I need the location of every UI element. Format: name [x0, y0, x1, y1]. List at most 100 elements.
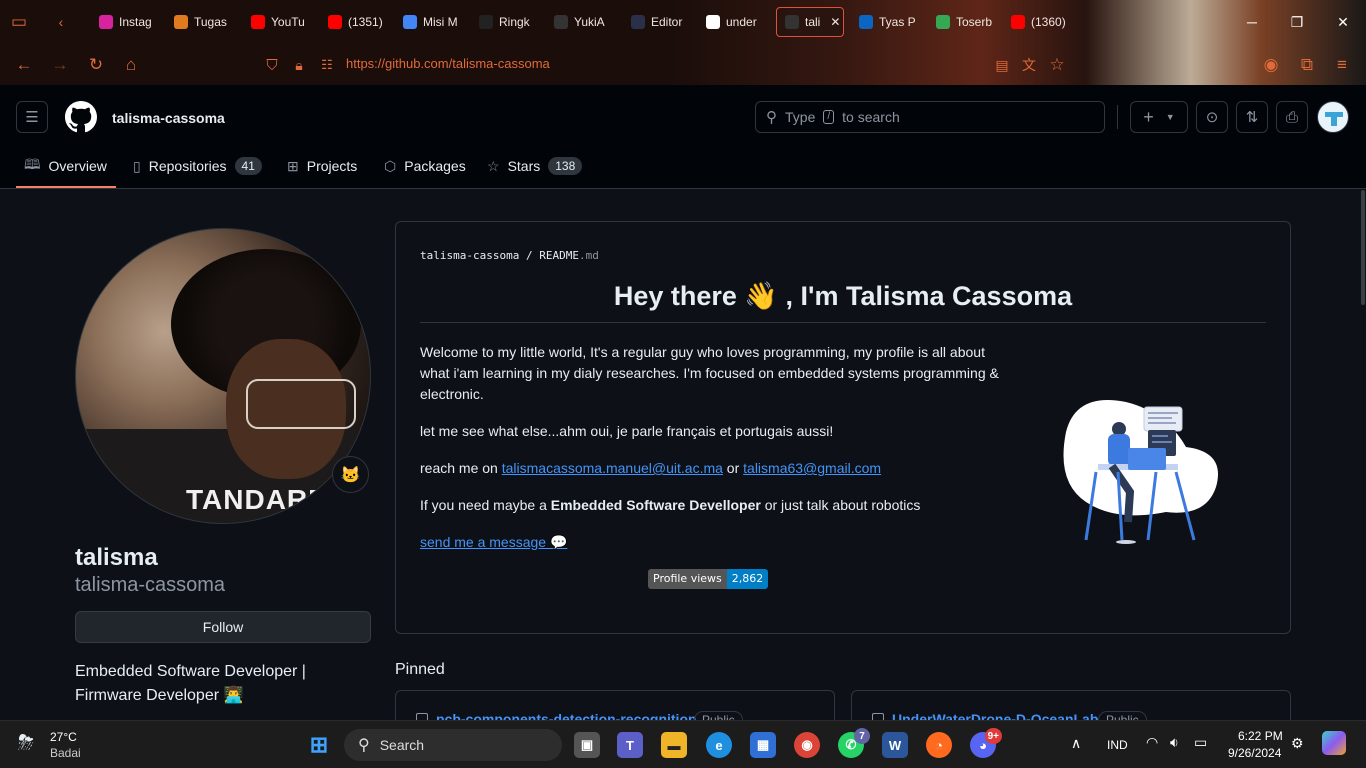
extensions-icon[interactable]: ⧉	[1296, 54, 1318, 76]
browser-tab-label: Tugas	[194, 15, 227, 29]
browser-tab[interactable]: Toserb	[928, 7, 996, 37]
email-link-uit[interactable]: talismacassoma.manuel@uit.ac.ma	[502, 460, 723, 476]
pull-requests-button[interactable]: ⇅	[1236, 101, 1268, 133]
start-windows-icon[interactable]: ⊞	[306, 732, 332, 758]
create-new-button[interactable]: + ▼	[1130, 101, 1188, 133]
youtube-icon	[1011, 15, 1025, 29]
profile-avatar[interactable]: TANDARD	[75, 228, 371, 524]
translate-icon[interactable]: 文	[1018, 54, 1040, 76]
weather-icon[interactable]: ⛈	[18, 732, 34, 755]
tab-overview-icon[interactable]: ▭	[8, 11, 30, 33]
back-icon[interactable]: ←	[13, 54, 35, 76]
follow-button[interactable]: Follow	[75, 611, 371, 643]
word-icon[interactable]: W	[882, 732, 908, 758]
discord-icon[interactable]: ◕ 9+	[970, 728, 1002, 758]
chevron-up-icon[interactable]: ∧	[1071, 735, 1081, 752]
notifications-icon[interactable]: ⚙	[1291, 735, 1304, 752]
browser-tab[interactable]: YukiA	[546, 7, 616, 37]
copilot-icon[interactable]	[1322, 731, 1346, 755]
browser-tab-label: (1351)	[348, 15, 383, 29]
browser-tab[interactable]: Tyas P	[851, 7, 921, 37]
battery-icon[interactable]: ▭	[1194, 734, 1207, 751]
tab-packages-label: Packages	[404, 158, 466, 174]
profile-display-name: talisma	[75, 544, 158, 571]
status-emoji-button[interactable]: 🐱	[332, 456, 369, 493]
tab-projects[interactable]: ⊞ Projects	[287, 155, 357, 177]
readme-path-user[interactable]: talisma-cassoma	[420, 249, 519, 262]
page-scrollbar[interactable]	[1361, 190, 1365, 305]
shield-icon[interactable]: ⛉	[261, 54, 283, 76]
clock-date[interactable]: 9/26/2024	[1228, 746, 1281, 760]
url-bar[interactable]: https://github.com/talisma-cassoma	[346, 56, 550, 71]
language-indicator[interactable]: IND	[1107, 738, 1128, 752]
close-tab-icon[interactable]: ✕	[830, 15, 840, 29]
account-icon[interactable]: ◉	[1260, 54, 1282, 76]
close-window-button[interactable]: ✕	[1333, 12, 1353, 32]
browser-tab-label: Instag	[119, 15, 152, 29]
browser-tab[interactable]: (1360)	[1003, 7, 1071, 37]
user-avatar-button[interactable]	[1317, 101, 1349, 133]
wifi-icon[interactable]: ◠	[1146, 734, 1158, 751]
tab-repositories[interactable]: ▯ Repositories 41	[133, 155, 262, 177]
permissions-icon[interactable]: ☷	[316, 54, 338, 76]
clock-time[interactable]: 6:22 PM	[1238, 729, 1283, 743]
browser-tab[interactable]: Tugas	[166, 7, 236, 37]
header-divider	[1117, 105, 1118, 129]
hamburger-menu-button[interactable]: ☰	[16, 101, 48, 133]
task-view-icon[interactable]: ▣	[574, 732, 600, 758]
avatar-shirt-text: TANDARD	[186, 484, 330, 515]
weather-desc[interactable]: Badai	[50, 746, 81, 760]
volume-icon[interactable]: 🔉︎	[1170, 734, 1179, 751]
browser-tab[interactable]: Instag	[91, 7, 159, 37]
store-icon[interactable]: ▦	[750, 732, 776, 758]
tab-stars[interactable]: ☆ Stars 138	[487, 155, 583, 177]
readme-path-file[interactable]: README	[539, 249, 579, 262]
browser-tab[interactable]: Ringk	[471, 7, 539, 37]
tab-scroll-left-icon[interactable]: ‹	[50, 11, 72, 33]
developer-illustration	[1063, 400, 1218, 544]
maps-icon	[936, 15, 950, 29]
active-tab-indicator	[16, 186, 116, 188]
send-message-link[interactable]: send me a message 💬	[420, 534, 567, 551]
edge-icon[interactable]: e	[706, 732, 732, 758]
browser-tab-strip: ▭ ‹ Instag Tugas YouTu (1351) Misi M Ringk Yuk…	[0, 0, 1366, 44]
minimize-button[interactable]: ─	[1242, 12, 1262, 32]
docs-icon	[403, 15, 417, 29]
browser-tab[interactable]: YouTu	[243, 7, 313, 37]
email-link-gmail[interactable]: talisma63@gmail.com	[743, 460, 881, 476]
repo-icon: ▯	[133, 157, 141, 174]
header-username[interactable]: talisma-cassoma	[112, 110, 225, 126]
reader-view-icon[interactable]: ▤	[991, 54, 1013, 76]
issues-button[interactable]: ⊙	[1196, 101, 1228, 133]
avatar-glasses	[246, 379, 356, 429]
home-icon[interactable]: ⌂	[120, 54, 142, 76]
lock-icon[interactable]: 🔒︎	[288, 54, 310, 76]
forward-icon[interactable]: →	[49, 54, 71, 76]
browser-tab[interactable]: under	[698, 7, 768, 37]
file-explorer-icon[interactable]: ▬	[661, 732, 687, 758]
menu-icon[interactable]: ≡	[1331, 54, 1353, 76]
taskbar-search[interactable]: ⚲ Search	[344, 729, 562, 761]
tab-packages[interactable]: ⬡ Packages	[384, 155, 466, 177]
readme-paragraph-welcome: Welcome to my little world, It's a regul…	[420, 344, 999, 402]
bookmark-star-icon[interactable]: ☆	[1046, 54, 1068, 76]
tab-overview[interactable]: 🕮︎ Overview	[24, 155, 107, 177]
inbox-button[interactable]: ⎙	[1276, 101, 1308, 133]
whatsapp-icon[interactable]: ✆ 7	[838, 728, 870, 758]
firefox-icon[interactable]: ◔	[926, 732, 952, 758]
search-input[interactable]: ⚲ Type / to search	[755, 101, 1105, 133]
browser-tab[interactable]: Misi M	[395, 7, 463, 37]
readme-path: talisma-cassoma / README.md	[420, 249, 599, 262]
browser-tab[interactable]: tali ✕	[776, 7, 844, 37]
chrome-icon[interactable]: ◉	[794, 732, 820, 758]
restore-button[interactable]: ❐	[1287, 12, 1307, 32]
browser-tab[interactable]: (1351)	[320, 7, 388, 37]
taskbar-search-label: Search	[379, 737, 425, 753]
browser-tab-label: Misi M	[423, 15, 458, 29]
browser-tab[interactable]: Editor	[623, 7, 691, 37]
github-logo-icon[interactable]	[65, 101, 97, 133]
teams-icon[interactable]: T	[617, 732, 643, 758]
weather-temp[interactable]: 27°C	[50, 730, 77, 744]
profile-views-count: 2,862	[726, 569, 769, 589]
reload-icon[interactable]: ↻	[85, 54, 107, 76]
